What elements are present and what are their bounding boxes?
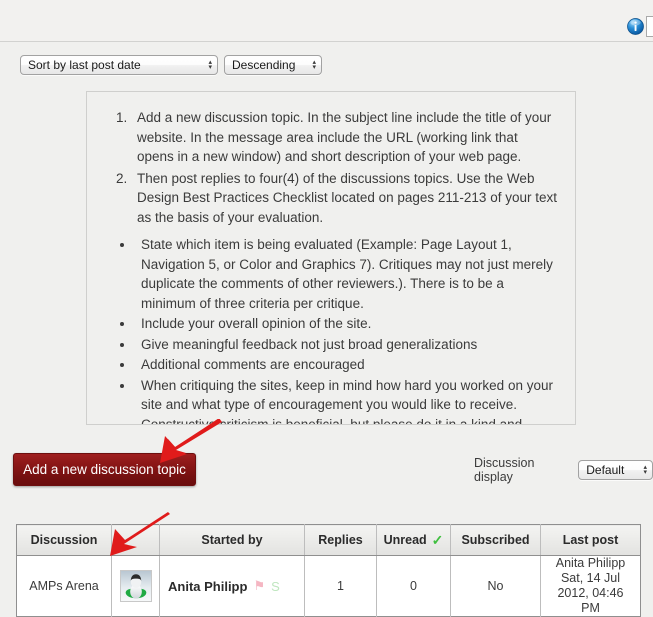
last-post-author[interactable]: Anita Philipp [549,556,632,571]
table-row[interactable]: AMPs Arena Anita Philipp ⚑ S 1 0 No Anit… [16,555,641,617]
column-header-unread[interactable]: Unread ✓ [376,524,451,556]
top-right-input-box[interactable] [646,16,653,37]
stepper-arrows-icon: ▴ ▾ [312,59,316,71]
list-item: Then post replies to four(4) of the disc… [131,169,557,228]
discussion-display-select[interactable]: Default ▴ ▾ [578,460,653,480]
top-bar [0,0,653,42]
instructions-bullet-list: State which item is being evaluated (Exa… [107,235,557,425]
sort-controls: Sort by last post date ▴ ▾ Descending ▴ … [20,55,322,75]
column-header-started-by[interactable]: Started by [159,524,305,556]
table-header-row: Discussion Started by Replies Unread ✓ S… [16,524,641,556]
stepper-arrows-icon: ▴ ▾ [208,59,212,71]
sort-order-select[interactable]: Descending ▴ ▾ [224,55,322,75]
list-item: State which item is being evaluated (Exa… [135,235,557,313]
column-header-last-post[interactable]: Last post [540,524,641,556]
add-topic-label: Add a new discussion topic [23,462,186,477]
subscribe-letter-icon[interactable]: S [271,579,280,594]
cell-started-by: Anita Philipp ⚑ S [159,555,305,617]
cell-discussion-title[interactable]: AMPs Arena [16,555,112,617]
cell-replies: 1 [304,555,377,617]
sort-by-value: Sort by last post date [28,58,141,72]
table-body: AMPs Arena Anita Philipp ⚑ S 1 0 No Anit… [16,555,641,617]
column-header-discussion[interactable]: Discussion [16,524,112,556]
list-item: Additional comments are encouraged [135,355,557,375]
user-avatar-icon[interactable] [120,570,152,602]
sort-order-value: Descending [232,58,296,72]
cell-subscribed[interactable]: No [450,555,541,617]
table-header: Discussion Started by Replies Unread ✓ S… [16,524,641,556]
instructions-numbered-list: Add a new discussion topic. In the subje… [105,108,557,227]
add-new-discussion-topic-button[interactable]: Add a new discussion topic [13,453,196,486]
column-header-subscribed[interactable]: Subscribed [450,524,541,556]
list-item: When critiquing the sites, keep in mind … [135,376,557,425]
column-header-avatar [111,524,160,556]
cell-avatar [111,555,160,617]
sort-by-select[interactable]: Sort by last post date ▴ ▾ [20,55,218,75]
discussion-display-label: Discussion display [474,456,535,484]
list-item: Add a new discussion topic. In the subje… [131,108,557,167]
started-by-name-link[interactable]: Anita Philipp [168,579,247,594]
column-header-unread-label: Unread [383,533,427,547]
instructions-panel: Add a new discussion topic. In the subje… [86,91,576,425]
last-post-date[interactable]: Sat, 14 Jul 2012, 04:46 PM [549,571,632,616]
cell-unread: 0 [376,555,451,617]
discussions-table: Discussion Started by Replies Unread ✓ S… [16,524,641,617]
list-item: Give meaningful feedback not just broad … [135,335,557,355]
info-icon[interactable] [627,18,644,35]
discussion-display-control: Discussion display Default ▴ ▾ [474,456,653,484]
list-item: Include your overall opinion of the site… [135,314,557,334]
discussion-display-value: Default [586,463,625,477]
column-header-replies[interactable]: Replies [304,524,377,556]
cell-last-post: Anita Philipp Sat, 14 Jul 2012, 04:46 PM [540,555,641,617]
green-check-icon[interactable]: ✓ [432,532,444,549]
flag-icon[interactable]: ⚑ [253,578,265,594]
stepper-arrows-icon: ▴ ▾ [643,464,647,476]
